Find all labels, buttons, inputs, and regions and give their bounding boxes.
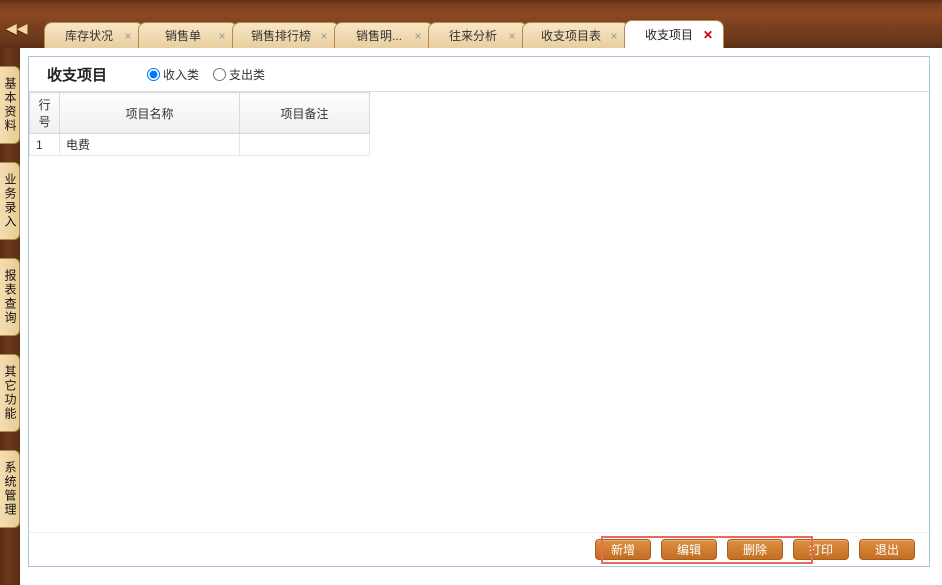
close-icon[interactable]: × bbox=[411, 29, 425, 43]
panel-footer: 新增 编辑 删除 打印 退出 bbox=[29, 532, 929, 566]
radio-expense-input[interactable] bbox=[213, 68, 226, 81]
tab-income-expense-table[interactable]: 收支项目表 × bbox=[522, 22, 630, 48]
tab-sales-rank[interactable]: 销售排行榜 × bbox=[232, 22, 340, 48]
tab-label: 销售单 bbox=[165, 27, 201, 44]
exit-button[interactable]: 退出 bbox=[859, 539, 915, 560]
left-sidebar: 基本资料 业务录入 报表查询 其它功能 系统管理 bbox=[0, 48, 20, 585]
category-radio-group: 收入类 支出类 bbox=[147, 66, 265, 83]
cell-rownum: 1 bbox=[30, 134, 60, 156]
edit-button[interactable]: 编辑 bbox=[661, 539, 717, 560]
tab-label: 销售明... bbox=[356, 27, 402, 44]
close-icon[interactable]: × bbox=[121, 29, 135, 43]
radio-income[interactable]: 收入类 bbox=[147, 66, 199, 83]
close-icon[interactable]: × bbox=[317, 29, 331, 43]
delete-button[interactable]: 删除 bbox=[727, 539, 783, 560]
tab-sales-detail[interactable]: 销售明... × bbox=[334, 22, 434, 48]
sidebar-item-report-query[interactable]: 报表查询 bbox=[0, 258, 20, 336]
tab-transaction-analysis[interactable]: 往来分析 × bbox=[428, 22, 528, 48]
tab-sales-order[interactable]: 销售单 × bbox=[138, 22, 238, 48]
col-name[interactable]: 项目名称 bbox=[60, 93, 240, 134]
sidebar-item-basic-data[interactable]: 基本资料 bbox=[0, 66, 20, 144]
close-icon[interactable]: × bbox=[215, 29, 229, 43]
sidebar-item-label: 系统管理 bbox=[3, 461, 17, 517]
tab-label: 收支项目 bbox=[645, 26, 693, 43]
close-icon[interactable]: × bbox=[607, 29, 621, 43]
close-icon[interactable]: × bbox=[505, 29, 519, 43]
panel-title: 收支项目 bbox=[47, 64, 107, 85]
radio-expense[interactable]: 支出类 bbox=[213, 66, 265, 83]
sidebar-item-system-management[interactable]: 系统管理 bbox=[0, 450, 20, 528]
panel-header: 收支项目 收入类 支出类 bbox=[29, 57, 929, 91]
radio-expense-label: 支出类 bbox=[229, 66, 265, 83]
table-row[interactable]: 1 电费 bbox=[30, 134, 370, 156]
tab-label: 库存状况 bbox=[65, 27, 113, 44]
top-tab-bar: ◀◀ 库存状况 × 销售单 × 销售排行榜 × 销售明... × 往来分析 × … bbox=[0, 0, 942, 48]
main-panel: 收支项目 收入类 支出类 行号 项目名称 项目备注 1 bbox=[28, 56, 930, 567]
tab-income-expense-item[interactable]: 收支项目 ✕ bbox=[624, 20, 724, 48]
sidebar-item-label: 其它功能 bbox=[3, 365, 17, 421]
sidebar-item-business-entry[interactable]: 业务录入 bbox=[0, 162, 20, 240]
col-remark[interactable]: 项目备注 bbox=[240, 93, 370, 134]
sidebar-item-label: 报表查询 bbox=[3, 269, 17, 325]
sidebar-item-label: 业务录入 bbox=[3, 173, 17, 229]
tab-label: 往来分析 bbox=[449, 27, 497, 44]
tab-inventory[interactable]: 库存状况 × bbox=[44, 22, 144, 48]
sidebar-item-other-functions[interactable]: 其它功能 bbox=[0, 354, 20, 432]
tab-label: 收支项目表 bbox=[541, 27, 601, 44]
print-button[interactable]: 打印 bbox=[793, 539, 849, 560]
grid-container[interactable]: 行号 项目名称 项目备注 1 电费 bbox=[29, 91, 929, 532]
cell-remark[interactable] bbox=[240, 134, 370, 156]
sidebar-item-label: 基本资料 bbox=[3, 77, 17, 133]
data-grid: 行号 项目名称 项目备注 1 电费 bbox=[29, 92, 370, 156]
cell-name[interactable]: 电费 bbox=[60, 134, 240, 156]
radio-income-input[interactable] bbox=[147, 68, 160, 81]
tabs-container: 库存状况 × 销售单 × 销售排行榜 × 销售明... × 往来分析 × 收支项… bbox=[24, 0, 718, 48]
tab-label: 销售排行榜 bbox=[251, 27, 311, 44]
grid-header-row: 行号 项目名称 项目备注 bbox=[30, 93, 370, 134]
radio-income-label: 收入类 bbox=[163, 66, 199, 83]
close-icon[interactable]: ✕ bbox=[701, 28, 715, 42]
col-rownum[interactable]: 行号 bbox=[30, 93, 60, 134]
add-button[interactable]: 新增 bbox=[595, 539, 651, 560]
